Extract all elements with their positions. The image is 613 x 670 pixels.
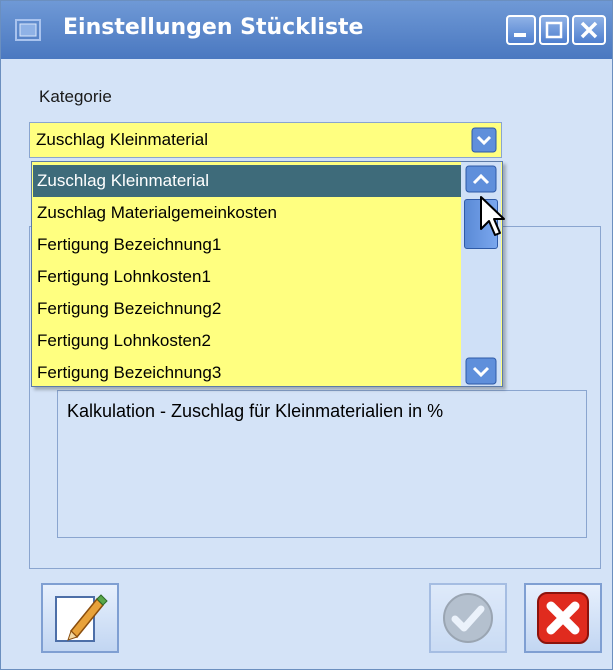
chevron-down-icon (471, 127, 497, 153)
minimize-icon (514, 33, 526, 37)
window-title: Einstellungen Stückliste (63, 15, 364, 40)
maximize-button[interactable] (539, 15, 569, 45)
description-text: Kalkulation - Zuschlag für Kleinmaterial… (67, 401, 444, 421)
title-bar[interactable]: Einstellungen Stückliste (1, 1, 612, 59)
cancel-x-icon (537, 592, 589, 644)
list-item[interactable]: Fertigung Lohnkosten2 (33, 325, 461, 357)
mouse-cursor-icon (479, 195, 505, 243)
combobox-dropdown-button[interactable] (471, 124, 497, 156)
list-item[interactable]: Fertigung Bezeichnung1 (33, 229, 461, 261)
app-icon (15, 19, 41, 41)
kategorie-combobox[interactable]: Zuschlag Kleinmaterial (29, 122, 502, 158)
list-item[interactable]: Fertigung Bezeichnung3 (33, 357, 461, 389)
dialog-window: Einstellungen Stückliste Kategorie Zusch… (0, 0, 613, 670)
cancel-button[interactable] (524, 583, 602, 653)
edit-pencil-icon (55, 594, 108, 642)
edit-button[interactable] (41, 583, 119, 653)
list-item[interactable]: Fertigung Lohnkosten1 (33, 261, 461, 293)
chevron-down-icon (465, 357, 497, 385)
maximize-icon (545, 21, 563, 39)
scroll-down-button[interactable] (465, 357, 497, 385)
chevron-up-icon (465, 165, 497, 193)
close-button[interactable] (572, 15, 606, 45)
list-item[interactable]: Zuschlag Kleinmaterial (33, 165, 461, 197)
list-item[interactable]: Fertigung Bezeichnung2 (33, 293, 461, 325)
list-item[interactable]: Zuschlag Materialgemeinkosten (33, 197, 461, 229)
close-icon (580, 21, 598, 39)
combobox-value: Zuschlag Kleinmaterial (36, 130, 208, 149)
checkmark-icon (443, 593, 493, 643)
scroll-up-button[interactable] (465, 165, 497, 193)
kategorie-label: Kategorie (39, 87, 112, 106)
ok-button[interactable] (429, 583, 507, 653)
minimize-button[interactable] (506, 15, 536, 45)
